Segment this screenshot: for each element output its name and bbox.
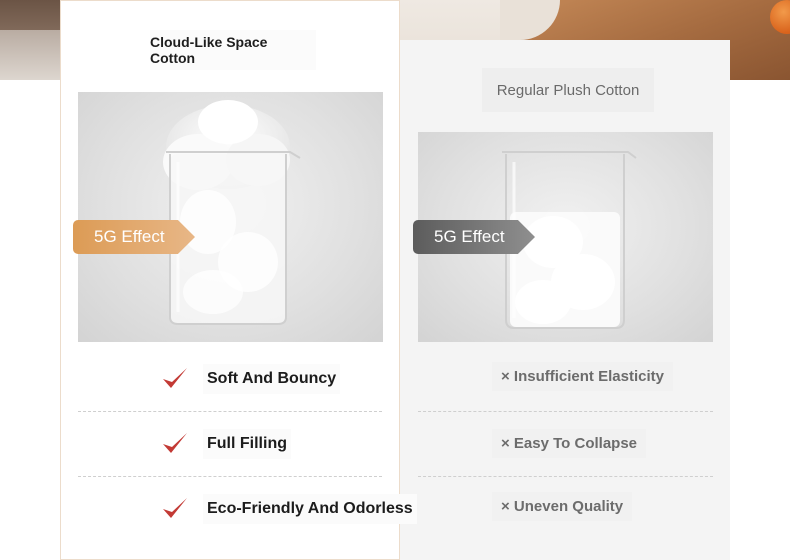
divider <box>78 411 382 412</box>
left-feature-1: Soft And Bouncy <box>160 364 341 394</box>
left-feature-3: Eco-Friendly And Odorless <box>160 494 417 524</box>
divider <box>418 411 713 412</box>
right-effect-badge: 5G Effect <box>413 220 535 254</box>
check-icon <box>163 433 187 453</box>
right-feature-2: × Easy To Collapse <box>492 429 647 458</box>
divider <box>418 476 713 477</box>
divider <box>78 476 382 477</box>
left-effect-badge: 5G Effect <box>73 220 195 254</box>
check-icon <box>163 368 187 388</box>
beaker-full-cotton-image <box>163 100 301 325</box>
right-feature-1: × Insufficient Elasticity <box>492 362 673 391</box>
left-beaker-photo <box>78 92 383 342</box>
left-feature-label: Eco-Friendly And Odorless <box>203 494 417 524</box>
right-feature-3: × Uneven Quality <box>492 492 633 521</box>
right-feature-label: × Easy To Collapse <box>492 429 647 458</box>
left-title: Cloud-Like Space Cotton <box>150 30 316 70</box>
background-furniture-left <box>0 0 60 80</box>
right-title: Regular Plush Cotton <box>482 68 654 112</box>
left-feature-label: Full Filling <box>203 429 291 459</box>
check-icon <box>163 498 187 518</box>
right-feature-label: × Uneven Quality <box>492 492 633 521</box>
left-feature-2: Full Filling <box>160 429 291 459</box>
right-feature-label: × Insufficient Elasticity <box>492 362 673 391</box>
left-feature-label: Soft And Bouncy <box>203 364 341 394</box>
